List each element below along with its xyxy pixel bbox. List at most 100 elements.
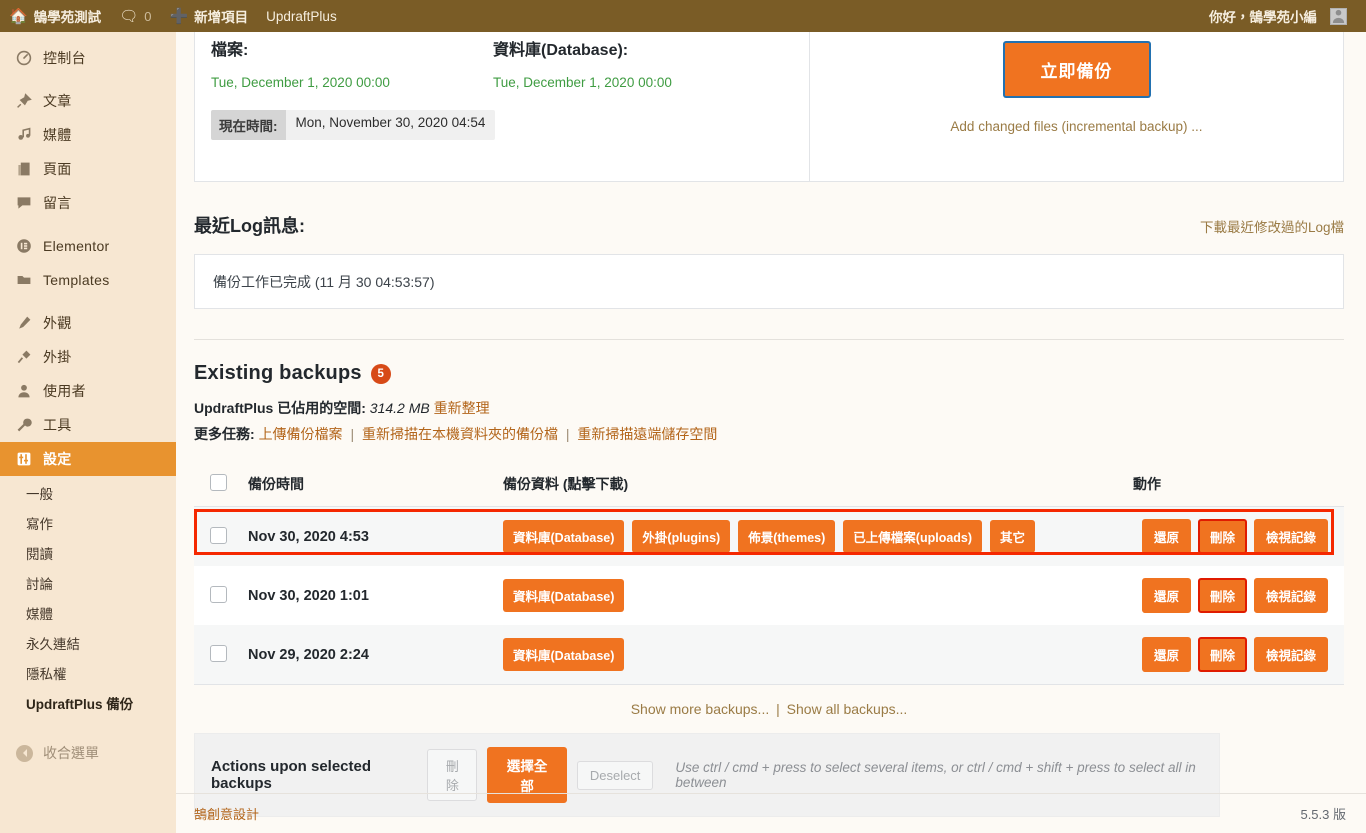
show-links-separator: |: [776, 701, 780, 717]
sidebar-item-templates[interactable]: Templates: [0, 263, 176, 297]
submenu-item-general[interactable]: 一般: [0, 480, 176, 510]
component-button-plugins[interactable]: 外掛(plugins): [632, 520, 731, 553]
submenu-item-permalinks[interactable]: 永久連結: [0, 630, 176, 660]
task-separator-1: |: [350, 426, 355, 442]
sidebar-item-media[interactable]: 媒體: [0, 118, 176, 152]
show-more-backups-row: Show more backups... | Show all backups.…: [194, 684, 1344, 727]
sidebar-item-settings[interactable]: 設定: [0, 442, 176, 476]
row-checkbox[interactable]: [210, 644, 227, 662]
pin-icon: [14, 93, 34, 109]
restore-button[interactable]: 還原: [1141, 519, 1191, 554]
row-checkbox[interactable]: [210, 526, 227, 544]
collapse-menu-button[interactable]: 收合選單: [0, 736, 176, 770]
view-log-button[interactable]: 檢視記錄: [1253, 637, 1328, 672]
space-used-row: UpdraftPlus 已佔用的空間: 314.2 MB 重新整理: [194, 398, 1366, 418]
submenu-item-discussion[interactable]: 討論: [0, 570, 176, 600]
submenu-item-privacy[interactable]: 隱私權: [0, 660, 176, 690]
current-time-row: 現在時間: Mon, November 30, 2020 04:54: [211, 110, 496, 140]
main-content: 檔案: Tue, December 1, 2020 00:00 資料庫(Data…: [176, 32, 1366, 833]
sidebar-item-plugins[interactable]: 外掛: [0, 340, 176, 374]
media-icon: [14, 127, 34, 143]
submenu-item-reading[interactable]: 閱讀: [0, 540, 176, 570]
wrench-icon: [14, 417, 34, 433]
sidebar-label: 外觀: [43, 315, 72, 331]
adminbar-my-account[interactable]: 你好，鵠學苑小編: [1200, 0, 1356, 32]
table-row[interactable]: Nov 29, 2020 2:24 資料庫(Database) 還原 刪除 檢視…: [194, 625, 1344, 684]
incremental-backup-link[interactable]: Add changed files (incremental backup) .…: [950, 119, 1202, 134]
rescan-remote-link[interactable]: 重新掃描遠端儲存空間: [577, 426, 717, 442]
component-button-uploads[interactable]: 已上傳檔案(uploads): [843, 520, 983, 553]
row-checkbox-cell: [194, 625, 248, 684]
restore-button[interactable]: 還原: [1141, 637, 1191, 672]
adminbar-greeting: 你好，鵠學苑小編: [1209, 10, 1317, 25]
adminbar-updraftplus-label: UpdraftPlus: [266, 8, 337, 24]
delete-button[interactable]: 刪除: [1197, 637, 1247, 672]
sidebar-item-tools[interactable]: 工具: [0, 408, 176, 442]
header-backup-data: 備份資料 (點擊下載): [503, 464, 1133, 507]
adminbar-new-content[interactable]: ➕ 新增項目: [160, 0, 257, 32]
view-log-button[interactable]: 檢視記錄: [1253, 578, 1328, 613]
sidebar-item-appearance[interactable]: 外觀: [0, 306, 176, 340]
component-button-database[interactable]: 資料庫(Database): [503, 520, 625, 553]
sidebar-item-posts[interactable]: 文章: [0, 84, 176, 118]
backup-status-panel: 檔案: Tue, December 1, 2020 00:00 資料庫(Data…: [194, 32, 1344, 182]
adminbar-updraftplus[interactable]: UpdraftPlus: [257, 0, 346, 32]
footer-credit-link[interactable]: 鵠創意設計: [194, 804, 259, 823]
adminbar-comments[interactable]: 🗨 0: [110, 0, 160, 32]
show-more-backups-link[interactable]: Show more backups...: [631, 701, 770, 717]
rescan-local-link[interactable]: 重新掃描在本機資料夾的備份檔: [362, 426, 558, 442]
table-row[interactable]: Nov 30, 2020 1:01 資料庫(Database) 還原 刪除 檢視…: [194, 566, 1344, 625]
delete-button[interactable]: 刪除: [1197, 519, 1247, 554]
view-log-button[interactable]: 檢視記錄: [1253, 519, 1328, 554]
restore-button[interactable]: 還原: [1141, 578, 1191, 613]
component-button-database[interactable]: 資料庫(Database): [503, 638, 625, 671]
submenu-item-writing[interactable]: 寫作: [0, 510, 176, 540]
sidebar-label: 工具: [43, 417, 72, 433]
show-all-backups-link[interactable]: Show all backups...: [787, 701, 908, 717]
component-button-themes[interactable]: 佈景(themes): [738, 520, 836, 553]
bulk-actions-hint: Use ctrl / cmd + press to select several…: [675, 760, 1196, 790]
sidebar-label: 使用者: [43, 383, 86, 399]
upload-backup-link[interactable]: 上傳備份檔案: [259, 426, 343, 442]
sidebar-item-elementor[interactable]: Elementor: [0, 229, 176, 263]
backup-now-button[interactable]: 立即備份: [1003, 42, 1150, 97]
admin-bar: 🏠 鵠學苑測試 🗨 0 ➕ 新增項目 UpdraftPlus 你好，鵠學苑小編: [0, 0, 1366, 32]
submenu-item-updraftplus[interactable]: UpdraftPlus 備份: [0, 690, 176, 720]
user-icon: [14, 383, 34, 399]
deselect-button[interactable]: Deselect: [576, 760, 654, 790]
component-button-database[interactable]: 資料庫(Database): [503, 579, 625, 612]
adminbar-site-name[interactable]: 🏠 鵠學苑測試: [0, 0, 110, 32]
header-actions: 動作: [1133, 464, 1344, 507]
row-actions: 還原 刪除 檢視記錄: [1133, 625, 1344, 684]
refresh-space-link[interactable]: 重新整理: [434, 400, 490, 416]
home-icon: 🏠: [9, 7, 28, 25]
row-actions: 還原 刪除 檢視記錄: [1133, 507, 1344, 567]
sidebar-item-pages[interactable]: 頁面: [0, 152, 176, 186]
files-next-backup-date: Tue, December 1, 2020 00:00: [211, 75, 390, 90]
sidebar-item-users[interactable]: 使用者: [0, 374, 176, 408]
log-section-title: 最近Log訊息:: [194, 216, 305, 236]
component-button-others[interactable]: 其它: [990, 520, 1036, 553]
log-section-header: 最近Log訊息: 下載最近修改過的Log檔: [194, 212, 1344, 238]
row-backup-components: 資料庫(Database) 外掛(plugins) 佈景(themes) 已上傳…: [503, 507, 1133, 567]
row-backup-components: 資料庫(Database): [503, 625, 1133, 684]
folder-icon: [14, 272, 34, 288]
collapse-menu-label: 收合選單: [43, 745, 99, 761]
database-schedule-column: 資料庫(Database): Tue, December 1, 2020 00:…: [493, 32, 793, 181]
row-checkbox[interactable]: [210, 585, 227, 603]
sidebar-label: 頁面: [43, 161, 72, 177]
existing-backups-title: Existing backups: [194, 362, 362, 384]
sidebar-label: 設定: [43, 451, 72, 467]
table-header-row: 備份時間 備份資料 (點擊下載) 動作: [194, 464, 1344, 507]
delete-button[interactable]: 刪除: [1197, 578, 1247, 613]
submenu-item-media[interactable]: 媒體: [0, 600, 176, 630]
avatar: [1330, 7, 1347, 25]
elementor-icon: [14, 238, 34, 254]
select-all-checkbox[interactable]: [210, 474, 227, 491]
files-heading: 檔案:: [211, 42, 249, 59]
table-row[interactable]: Nov 30, 2020 4:53 資料庫(Database) 外掛(plugi…: [194, 506, 1344, 567]
dashboard-icon: [14, 50, 34, 66]
download-log-link[interactable]: 下載最近修改過的Log檔: [1200, 216, 1344, 236]
sidebar-item-dashboard[interactable]: 控制台: [0, 41, 176, 75]
sidebar-item-comments[interactable]: 留言: [0, 186, 176, 220]
